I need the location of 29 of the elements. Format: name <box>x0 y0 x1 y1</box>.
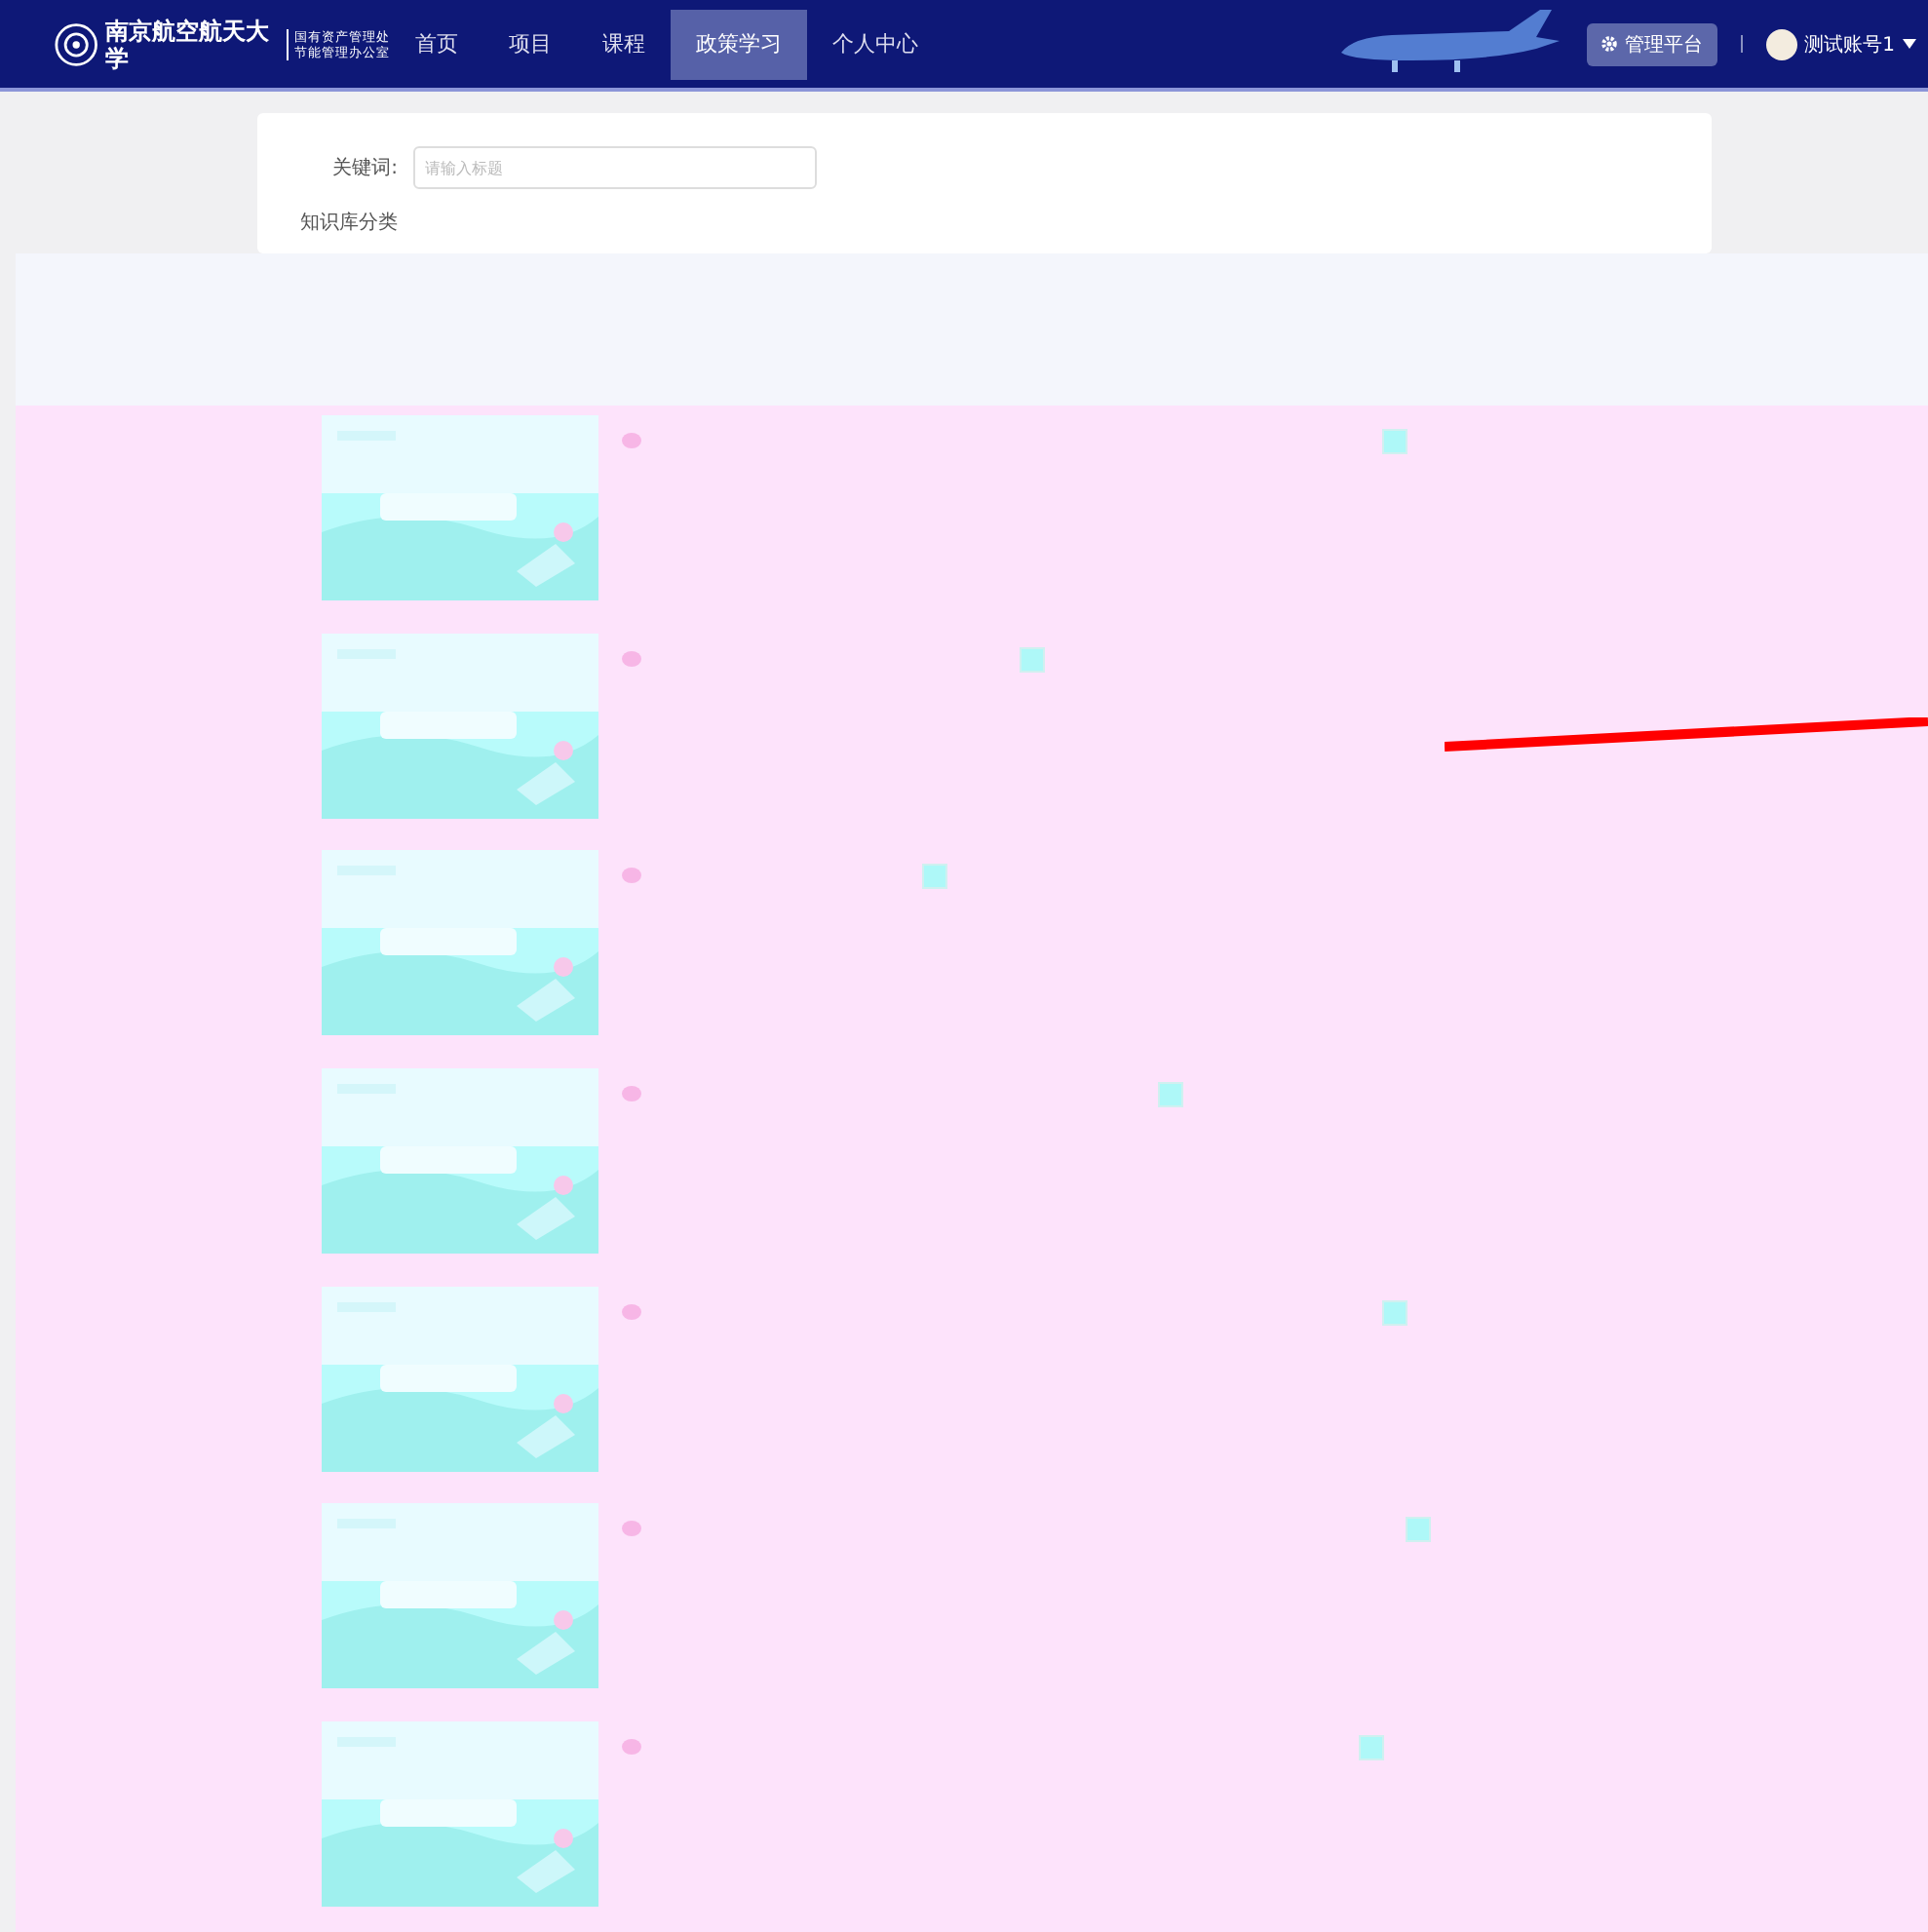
nav-tab[interactable]: 首页 <box>390 9 483 79</box>
nav-tab[interactable]: 项目 <box>483 9 577 79</box>
dot-icon <box>622 650 641 667</box>
keyword-input[interactable]: 请输入标题 <box>413 146 817 189</box>
square-icon <box>1382 429 1407 454</box>
dot-icon <box>622 868 641 884</box>
nav-tab[interactable]: 课程 <box>577 9 671 79</box>
square-icon <box>922 864 947 890</box>
square-icon <box>1382 1299 1407 1326</box>
dot-icon <box>622 433 641 448</box>
square-icon <box>1406 1517 1431 1543</box>
category-label: 知识库分类 <box>298 210 398 236</box>
dot-icon <box>622 1086 641 1102</box>
caret-icon <box>1903 39 1916 49</box>
square-icon <box>1020 646 1045 673</box>
admin-platform-button[interactable]: 管理平台 <box>1586 22 1717 65</box>
emblem-icon <box>55 20 98 67</box>
nav-tab[interactable]: 个人中心 <box>807 9 944 79</box>
dot-icon <box>622 1739 641 1756</box>
user-menu[interactable]: 测试账号1 <box>1765 28 1916 59</box>
square-icon <box>1359 1735 1384 1761</box>
nav-tab[interactable]: 政策学习 <box>671 9 807 79</box>
keyword-label: 关键词: <box>330 155 398 181</box>
settings-icon <box>1600 35 1618 53</box>
university-name: 南京航空航天大学 <box>105 17 272 71</box>
avatar-icon <box>1765 28 1797 59</box>
square-icon <box>1158 1082 1183 1108</box>
dot-icon <box>622 1521 641 1537</box>
dot-icon <box>622 1303 641 1320</box>
